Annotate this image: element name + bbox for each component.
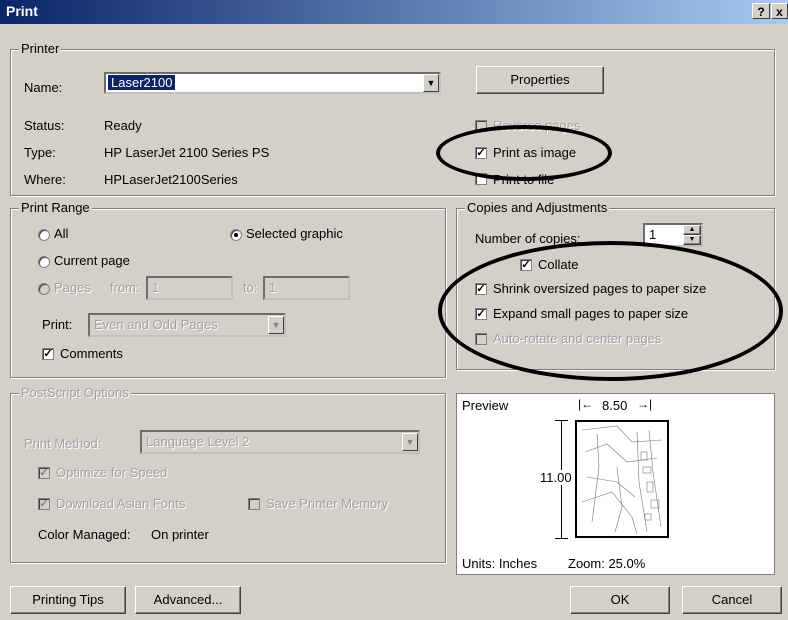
reverse-pages-label: Reverse pages <box>493 118 581 133</box>
type-value: HP LaserJet 2100 Series PS <box>104 145 270 160</box>
to-label: to: <box>243 280 258 295</box>
to-input[interactable]: 1 <box>263 276 350 300</box>
preview-page-map <box>581 425 663 535</box>
spin-down-icon[interactable]: ▼ <box>683 235 701 245</box>
where-value: HPLaserJet2100Series <box>104 172 238 187</box>
comments-label: Comments <box>60 346 123 361</box>
cancel-button[interactable]: Cancel <box>682 586 782 614</box>
all-label: All <box>54 226 69 241</box>
print-as-image-checkbox[interactable]: ✓ <box>475 147 487 159</box>
copies-legend: Copies and Adjustments <box>465 200 610 215</box>
print-as-image-label: Print as image <box>493 145 577 160</box>
title-bar <box>0 0 788 24</box>
name-label: Name: <box>24 80 63 95</box>
color-managed-label: Color Managed: <box>38 527 131 542</box>
shrink-label: Shrink oversized pages to paper size <box>493 281 707 296</box>
type-label: Type: <box>24 145 56 160</box>
number-of-copies-label: Number of copies: <box>475 231 581 246</box>
print-subset-label: Print: <box>42 317 73 332</box>
print-to-file-checkbox[interactable] <box>475 173 487 185</box>
optimize-label: Optimize for Speed <box>56 465 168 480</box>
window-title: Print <box>6 3 38 19</box>
download-fonts-label: Download Asian Fonts <box>56 496 186 511</box>
all-radio[interactable] <box>38 229 50 241</box>
expand-checkbox[interactable]: ✓ <box>475 308 487 320</box>
reverse-pages-checkbox[interactable] <box>475 120 487 132</box>
chevron-down-icon[interactable]: ▼ <box>268 316 284 334</box>
printing-tips-button[interactable]: Printing Tips <box>10 586 126 614</box>
spin-up-icon[interactable]: ▲ <box>683 225 701 235</box>
collate-checkbox[interactable]: ✓ <box>520 259 532 271</box>
from-label: from: <box>110 280 140 295</box>
shrink-checkbox[interactable]: ✓ <box>475 283 487 295</box>
autorotate-label: Auto-rotate and center pages <box>493 331 662 346</box>
save-memory-checkbox[interactable] <box>248 498 260 510</box>
expand-label: Expand small pages to paper size <box>493 306 689 321</box>
height-dimension-cap-top <box>555 420 568 421</box>
printer-name-value: Laser2100 <box>108 75 176 90</box>
help-icon: ? <box>757 5 765 19</box>
properties-button[interactable]: Properties <box>476 66 604 94</box>
close-icon: x <box>776 5 783 19</box>
print-subset-dropdown[interactable]: Even and Odd Pages ▼ <box>88 313 286 337</box>
help-button[interactable]: ? <box>752 3 770 19</box>
status-label: Status: <box>24 118 65 133</box>
width-dimension-value: 8.50 <box>602 398 628 413</box>
width-dimension-arrow: |← <box>578 397 594 411</box>
current-page-label: Current page <box>54 253 130 268</box>
pages-radio[interactable] <box>38 283 50 295</box>
print-range-legend: Print Range <box>19 200 92 215</box>
units-text: Units: Inches <box>462 556 538 571</box>
current-page-radio[interactable] <box>38 256 50 268</box>
height-dimension-cap-bottom <box>555 538 568 539</box>
chevron-down-icon[interactable]: ▼ <box>423 74 439 92</box>
zoom-text: Zoom: 25.0% <box>568 556 646 571</box>
download-fonts-checkbox[interactable]: ✓ <box>38 498 50 510</box>
printer-name-dropdown[interactable]: Laser2100 ▼ <box>104 72 441 94</box>
close-button[interactable]: x <box>771 3 788 19</box>
print-method-value: Language Level 2 <box>146 434 250 449</box>
preview-label: Preview <box>462 398 509 413</box>
print-method-label: Print Method: <box>24 436 102 451</box>
print-method-dropdown[interactable]: Language Level 2 ▼ <box>140 430 420 454</box>
where-label: Where: <box>24 172 66 187</box>
optimize-checkbox[interactable]: ✓ <box>38 467 50 479</box>
autorotate-checkbox[interactable] <box>475 333 487 345</box>
advanced-button[interactable]: Advanced... <box>135 586 241 614</box>
ok-button[interactable]: OK <box>570 586 670 614</box>
preview-page <box>575 420 669 538</box>
width-dimension-arrow-end: →| <box>637 397 653 411</box>
collate-label: Collate <box>538 257 579 272</box>
print-to-file-label: Print to file <box>493 172 555 187</box>
color-managed-value: On printer <box>151 527 209 542</box>
selected-graphic-radio[interactable] <box>230 229 242 241</box>
postscript-legend: PostScript Options <box>19 385 131 400</box>
selected-graphic-label: Selected graphic <box>246 226 343 241</box>
height-dimension-value: 11.00 <box>540 470 572 485</box>
pages-label: Pages <box>54 280 91 295</box>
printer-legend: Printer <box>19 41 62 56</box>
status-value: Ready <box>104 118 142 133</box>
save-memory-label: Save Printer Memory <box>266 496 389 511</box>
chevron-down-icon[interactable]: ▼ <box>402 433 418 451</box>
from-input[interactable]: 1 <box>146 276 233 300</box>
print-subset-value: Even and Odd Pages <box>94 317 218 332</box>
comments-checkbox[interactable]: ✓ <box>42 348 54 360</box>
